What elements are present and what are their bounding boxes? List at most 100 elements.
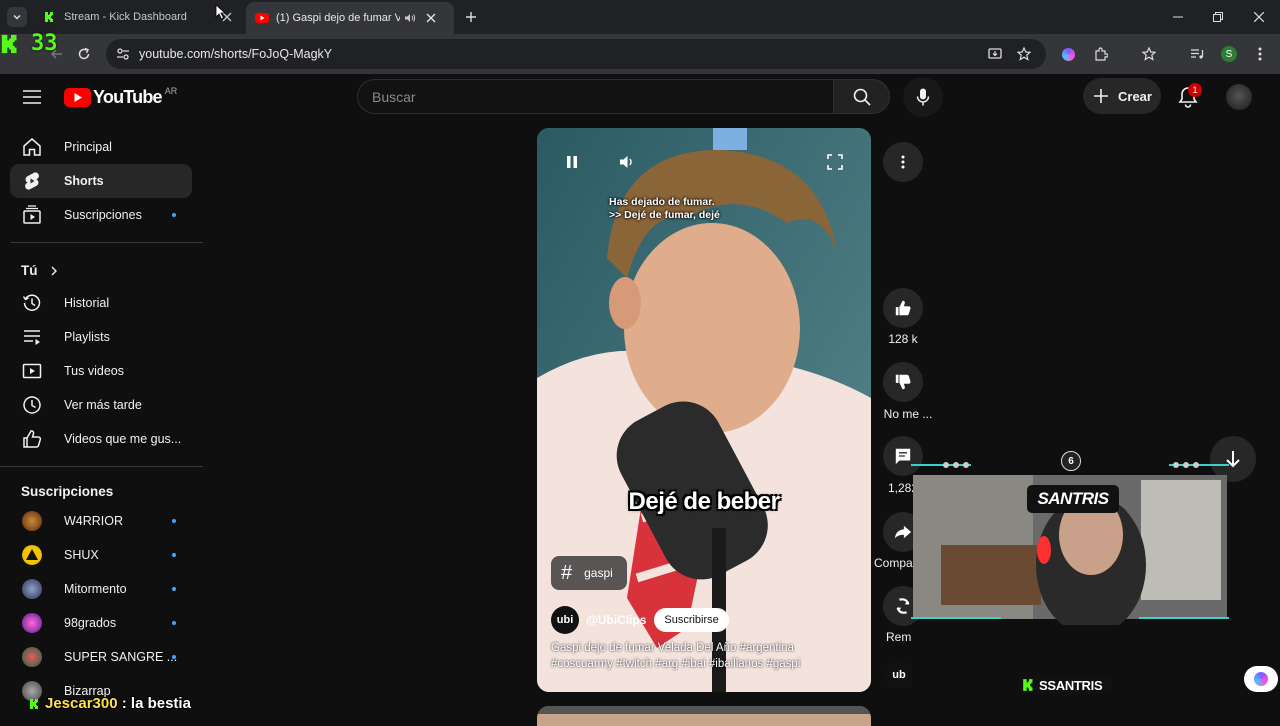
browser-menu-icon[interactable] [1258, 47, 1262, 61]
share-icon [894, 525, 912, 539]
sidebar-item-suscripciones[interactable]: Suscripciones [10, 198, 192, 232]
bookmarks-icon[interactable] [1142, 47, 1156, 61]
volume-icon[interactable] [619, 155, 635, 169]
profile-avatar[interactable]: S [1221, 46, 1237, 62]
close-icon [1254, 12, 1264, 22]
channel-thumb[interactable]: ub [886, 662, 912, 688]
dislike-label: No me ... [883, 407, 933, 421]
tab-title: (1) Gaspi dejo de fumar Vel [276, 12, 400, 24]
hashtag-chip[interactable]: # gaspi [551, 556, 627, 590]
voice-search-button[interactable] [903, 77, 943, 117]
bookmark-star-icon[interactable] [1017, 47, 1031, 61]
browser-tab-strip: Stream - Kick Dashboard (1) Gaspi dejo d… [0, 0, 1280, 34]
youtube-favicon-icon [255, 13, 269, 23]
subscription-item[interactable]: W4RRIOR [10, 504, 192, 538]
search-button[interactable] [833, 79, 890, 114]
subscribe-button[interactable]: Suscribirse [654, 608, 729, 632]
webcam-logo-text: SANTRIS [1037, 489, 1109, 508]
sidebar-item-label: Suscripciones [64, 208, 142, 222]
address-bar[interactable]: youtube.com/shorts/FoJoQ-MagkY [106, 39, 1046, 69]
tab-search-button[interactable] [7, 7, 27, 27]
notifications-button[interactable]: 1 [1176, 83, 1202, 109]
channel-handle[interactable]: @UbiClips [586, 613, 646, 627]
share-label: Compa [874, 556, 913, 570]
more-vert-icon [901, 155, 905, 169]
tab-kick-dashboard[interactable]: Stream - Kick Dashboard [36, 4, 244, 30]
search-input[interactable] [372, 88, 812, 106]
section-title: Suscripciones [21, 484, 114, 499]
youtube-logo[interactable]: YouTube AR [64, 86, 177, 108]
url-text: youtube.com/shorts/FoJoQ-MagkY [139, 47, 333, 61]
maximize-button[interactable] [1208, 8, 1228, 26]
like-count: 128 k [888, 332, 918, 346]
assistant-icon [1254, 672, 1268, 686]
sidebar-item-playlists[interactable]: Playlists [10, 320, 192, 354]
hashtag-icon: # [561, 561, 573, 584]
subscriptions-icon [23, 205, 41, 224]
subscription-item[interactable]: Mitormento [10, 572, 192, 606]
channel-avatar[interactable]: ubi [551, 606, 579, 634]
minimize-button[interactable] [1168, 8, 1188, 26]
account-avatar[interactable] [1226, 84, 1252, 110]
speaker-icon[interactable] [404, 13, 416, 23]
restore-icon [1213, 12, 1223, 22]
chat-username: Jescar300 [45, 695, 118, 712]
close-icon[interactable] [426, 13, 436, 23]
sidebar-item-principal[interactable]: Principal [10, 130, 192, 164]
more-options-button[interactable] [883, 142, 923, 182]
sidebar-divider [11, 242, 203, 243]
back-arrow-icon[interactable] [50, 47, 64, 61]
chevron-right-icon [51, 266, 57, 275]
description-line: Gaspi dejo de fumar Velada Del Año #arge… [551, 642, 794, 654]
sidebar-section-you[interactable]: Tú [21, 263, 58, 278]
subscription-item[interactable]: SUPER SANGRE ... [10, 640, 192, 674]
media-control-icon[interactable] [1190, 47, 1204, 61]
sidebar-item-label: Ver más tarde [64, 398, 142, 412]
fullscreen-icon[interactable] [827, 154, 843, 170]
create-button[interactable]: Crear [1083, 78, 1161, 114]
kick-streamer-name: SSANTRIS [1020, 676, 1113, 694]
next-short-preview[interactable] [537, 706, 871, 726]
extension-ai-icon[interactable] [1062, 48, 1075, 61]
sidebar-item-historial[interactable]: Historial [10, 286, 192, 320]
browser-toolbar: 33 youtube.com/shorts/FoJoQ-MagkY S [0, 31, 1280, 74]
sidebar-item-label: Playlists [64, 330, 110, 344]
sidebar-item-ver-mas-tarde[interactable]: Ver más tarde [10, 388, 192, 422]
site-settings-icon[interactable] [116, 47, 130, 61]
new-content-dot [172, 587, 176, 591]
new-content-dot [172, 519, 176, 523]
sidebar-item-tus-videos[interactable]: Tus videos [10, 354, 192, 388]
like-button[interactable] [883, 288, 923, 328]
hamburger-menu-icon[interactable] [23, 90, 41, 104]
playlists-icon [24, 330, 40, 345]
close-window-button[interactable] [1249, 8, 1269, 26]
channel-row: ubi @UbiClips Suscribirse [551, 606, 729, 634]
tab-title: Stream - Kick Dashboard [64, 11, 187, 23]
dislike-button[interactable] [883, 362, 923, 402]
streamer-name-text: SSANTRIS [1039, 677, 1103, 693]
channel-avatar [22, 579, 42, 599]
minimize-icon [1173, 16, 1183, 18]
channel-avatar [22, 613, 42, 633]
webcam-badge-text: 6 [1068, 455, 1074, 467]
streamer-webcam-overlay: SANTRIS 6 [911, 451, 1229, 678]
short-video-player[interactable]: Has dejado de fumar. >> Dejé de fumar, d… [537, 128, 871, 692]
install-app-icon[interactable] [988, 47, 1002, 61]
new-tab-icon[interactable] [465, 11, 477, 23]
new-content-dot [172, 213, 176, 217]
subscription-item[interactable]: 98grados [10, 606, 192, 640]
sidebar-item-videos-que-me-gustan[interactable]: Videos que me gus... [10, 422, 192, 456]
notification-count-badge: 1 [1188, 83, 1202, 97]
extensions-puzzle-icon[interactable] [1094, 47, 1108, 61]
sidebar-item-label: Shorts [64, 174, 104, 188]
channel-name: SUPER SANGRE ... [64, 650, 178, 664]
reload-icon[interactable] [77, 47, 91, 61]
description-line: #coscuarmy #twitch #arg #ibai #ibaillano… [551, 658, 801, 670]
search-icon [853, 88, 871, 106]
pause-icon[interactable] [566, 155, 578, 169]
liked-videos-icon [23, 430, 42, 448]
sidebar-item-shorts[interactable]: Shorts [10, 164, 192, 198]
tab-youtube-short[interactable]: (1) Gaspi dejo de fumar Vel [246, 2, 454, 34]
assistant-bubble[interactable] [1244, 666, 1278, 692]
subscription-item[interactable]: SHUX [10, 538, 192, 572]
